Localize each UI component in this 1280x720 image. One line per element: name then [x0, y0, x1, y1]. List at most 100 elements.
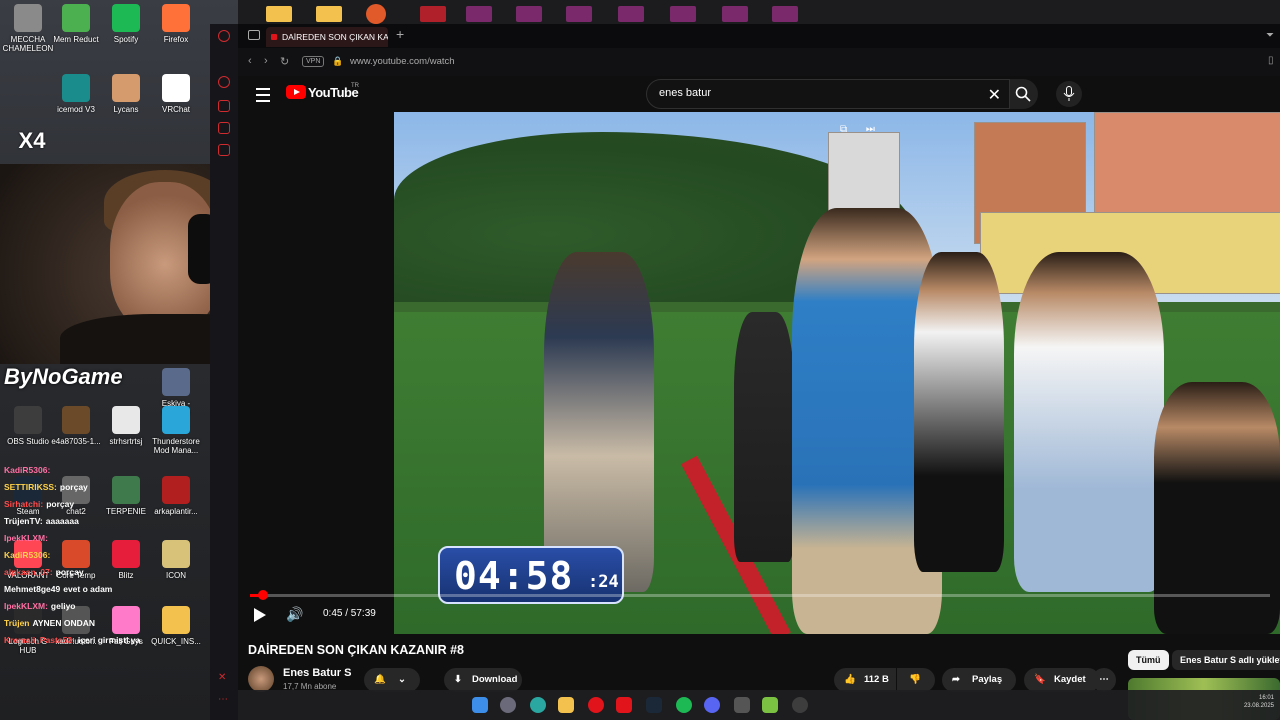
- app-icon[interactable]: [366, 4, 386, 24]
- download-button[interactable]: ⬇ Download: [444, 668, 522, 692]
- close-icon[interactable]: ✕: [218, 672, 230, 684]
- voice-search-button[interactable]: [1056, 81, 1082, 107]
- chat-text: geliyo: [50, 601, 76, 611]
- desktop-icon-label: icemod V3: [57, 105, 95, 114]
- microphone-icon: [1063, 86, 1075, 101]
- like-button[interactable]: 👍 112 B: [834, 668, 896, 692]
- search-taskbar-icon[interactable]: [500, 697, 516, 713]
- valorant-icon[interactable]: [420, 6, 446, 22]
- search-box: ✕: [646, 79, 1010, 109]
- youtube-taskbar-icon[interactable]: [616, 697, 632, 713]
- tab-youtube[interactable]: DAİREDEN SON ÇIKAN KAZ: [266, 27, 388, 47]
- video-title: DAİREDEN SON ÇIKAN KAZANIR #8: [248, 643, 464, 657]
- bell-icon: 🔔: [374, 674, 386, 685]
- video-player[interactable]: ⧉ ⏭ 04:58 :24: [394, 112, 1280, 634]
- top-icon-strip: [210, 0, 1280, 24]
- opera-sidebar-icon[interactable]: [218, 30, 230, 42]
- channel-name[interactable]: Enes Batur S: [283, 667, 351, 679]
- obs-taskbar-icon[interactable]: [792, 697, 808, 713]
- chat-message: IpekKLXM: geliyo: [4, 598, 204, 615]
- back-icon[interactable]: ‹: [248, 55, 252, 67]
- edge-icon[interactable]: [530, 697, 546, 713]
- youtube-favicon-icon: [271, 34, 277, 40]
- save-button[interactable]: 🔖 Kaydet: [1024, 668, 1100, 692]
- video-overlay-icons: ⧉ ⏭: [840, 124, 875, 135]
- flag-icon[interactable]: [566, 6, 592, 22]
- desktop-icon[interactable]: Spotify: [98, 4, 154, 44]
- app-icon: [112, 74, 140, 102]
- share-button[interactable]: ➦ Paylaş: [942, 668, 1016, 692]
- streamer-logo: ByNoGame: [4, 364, 123, 389]
- app-icon: [62, 4, 90, 32]
- search-button[interactable]: [1010, 79, 1038, 109]
- flag-icon[interactable]: [722, 6, 748, 22]
- tab-icon[interactable]: [248, 30, 260, 40]
- share-label: Paylaş: [972, 674, 1003, 685]
- app-icon: [14, 4, 42, 32]
- flag-icon[interactable]: [618, 6, 644, 22]
- app-taskbar-icon[interactable]: [734, 697, 750, 713]
- desktop-icon[interactable]: Mem Reduct: [48, 4, 104, 44]
- more-icon[interactable]: ⋯: [218, 694, 230, 706]
- search-input[interactable]: [657, 86, 961, 100]
- progress-handle[interactable]: [258, 590, 269, 600]
- chat-message: alpkaan_07: porçay: [4, 564, 204, 581]
- spotify-taskbar-icon[interactable]: [676, 697, 692, 713]
- messenger-icon[interactable]: [218, 144, 230, 156]
- youtube-logo-icon[interactable]: [286, 85, 306, 99]
- clear-search-icon[interactable]: ✕: [988, 85, 1001, 105]
- desktop-icon[interactable]: Thunderstore Mod Mana...: [148, 406, 204, 455]
- miniplayer-icon[interactable]: ⧉: [840, 124, 847, 135]
- progress-bar[interactable]: [250, 590, 1270, 600]
- chat-message: KadiR5306:: [4, 547, 204, 564]
- new-tab-button[interactable]: +: [396, 26, 404, 42]
- chat-text: aaaaaaa: [45, 516, 79, 526]
- folder-icon[interactable]: [316, 6, 342, 22]
- menu-icon[interactable]: [256, 88, 270, 102]
- notifications-button[interactable]: 🔔 ⌄: [364, 668, 420, 692]
- play-button[interactable]: [254, 608, 266, 622]
- system-clock[interactable]: 16:01 23.08.2025: [1244, 694, 1274, 710]
- flag-icon[interactable]: [772, 6, 798, 22]
- taskbar: 16:01 23.08.2025: [238, 690, 1280, 720]
- chip-all[interactable]: Tümü: [1128, 650, 1169, 670]
- bookmark-icon[interactable]: ▯: [1268, 55, 1274, 66]
- volume-icon[interactable]: 🔊: [286, 606, 303, 623]
- file-explorer-icon[interactable]: [558, 697, 574, 713]
- flag-icon[interactable]: [516, 6, 542, 22]
- windows-start-icon[interactable]: [472, 697, 488, 713]
- youtube-page: YouTube TR ✕ ⧉ ⏭ 04:58 :24: [238, 76, 1280, 720]
- chat-message: Trüjen AYNEN ONDAN: [4, 615, 204, 632]
- chip-channel[interactable]: Enes Batur S adlı yükleyi: [1172, 650, 1280, 670]
- next-icon[interactable]: ⏭: [866, 124, 875, 135]
- desktop-icon[interactable]: e4a87035-1...: [48, 406, 104, 446]
- tab-title: DAİREDEN SON ÇIKAN KAZ: [282, 32, 388, 42]
- channel-avatar[interactable]: [248, 666, 274, 692]
- forward-icon[interactable]: ›: [264, 55, 268, 67]
- discord-taskbar-icon[interactable]: [704, 697, 720, 713]
- vpn-badge[interactable]: VPN: [302, 56, 325, 67]
- opera-taskbar-icon[interactable]: [588, 697, 604, 713]
- video-person: [914, 252, 1004, 572]
- clock-date: 23.08.2025: [1243, 703, 1274, 709]
- desktop-icon-label: Firefox: [163, 35, 189, 44]
- desktop-icon[interactable]: Firefox: [148, 4, 204, 44]
- desktop-icon[interactable]: strhsrtrtsj: [98, 406, 154, 446]
- dislike-button[interactable]: 👎: [897, 668, 935, 692]
- folder-icon[interactable]: [266, 6, 292, 22]
- bag-icon[interactable]: [218, 100, 230, 112]
- url-field[interactable]: www.youtube.com/watch: [350, 56, 455, 67]
- flag-icon[interactable]: [670, 6, 696, 22]
- desktop-icon[interactable]: icemod V3: [48, 74, 104, 114]
- history-icon[interactable]: [218, 76, 230, 88]
- steam-taskbar-icon[interactable]: [646, 697, 662, 713]
- more-actions-button[interactable]: ⋯: [1092, 668, 1116, 692]
- reload-icon[interactable]: ↻: [280, 55, 289, 68]
- app-icon: [62, 406, 90, 434]
- pin-icon[interactable]: ⏷: [1266, 30, 1274, 41]
- flag-icon[interactable]: [466, 6, 492, 22]
- desktop-icon[interactable]: VRChat: [148, 74, 204, 114]
- desktop-icon[interactable]: Lycans: [98, 74, 154, 114]
- tv-icon[interactable]: [218, 122, 230, 134]
- app-taskbar-icon[interactable]: [762, 697, 778, 713]
